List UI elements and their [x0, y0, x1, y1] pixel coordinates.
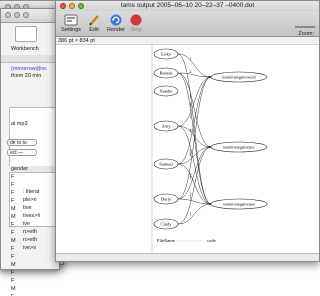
- zoom-slider[interactable]: [295, 26, 315, 28]
- stop-label: Stop: [130, 27, 142, 33]
- pane-label: al mp3: [11, 121, 28, 127]
- secondary-toolbar: [1, 55, 61, 63]
- target-node-label: transitivenegativeneat: [223, 202, 255, 206]
- edge-label: 1: [190, 212, 192, 217]
- edge-label: 1: [190, 57, 192, 62]
- edge-label: 3: [190, 128, 192, 133]
- select-popup[interactable]: ect —: [7, 149, 37, 156]
- render-label: Render: [106, 27, 126, 33]
- grid-cell[interactable]: M: [9, 214, 16, 222]
- grid-cell[interactable]: F: [9, 246, 16, 254]
- document-dimensions: 386 pt × 834 pt: [56, 37, 319, 45]
- grid-cell[interactable]: F: [9, 270, 16, 278]
- graph-edge: [177, 72, 212, 149]
- tree-item[interactable]: : literat: [23, 189, 40, 197]
- workbench-button[interactable]: [15, 26, 37, 42]
- tree-item[interactable]: ive: [23, 221, 40, 229]
- edge-label: 1: [190, 195, 192, 200]
- person-node-label: Darla: [161, 197, 171, 202]
- graph-edge: [177, 75, 212, 165]
- grid-cell[interactable]: M: [9, 262, 16, 270]
- grid-cell[interactable]: F: [9, 278, 16, 286]
- edge-label: 1: [190, 148, 192, 153]
- edge-label: 2: [190, 173, 192, 178]
- grid-cell[interactable]: F: [9, 174, 16, 182]
- workbench-label: Workbench: [11, 46, 39, 52]
- tree-item[interactable]: ple>n: [23, 197, 40, 205]
- edit-label: Edit: [89, 27, 99, 33]
- minimize-icon[interactable]: [69, 3, 75, 9]
- title-bar: [1, 9, 59, 23]
- graph-edge: [177, 75, 212, 127]
- minimize-icon[interactable]: [14, 12, 20, 18]
- horizontal-scrollbar[interactable]: [56, 253, 319, 261]
- refresh-icon: [110, 14, 122, 26]
- person-node-label: Samuel: [159, 162, 173, 167]
- background-window-2: Workbench (mmorrow@sc them 20 min al mp3…: [0, 8, 61, 296]
- stop-icon: [130, 14, 142, 26]
- zoom-icon[interactable]: [23, 12, 29, 18]
- grid-cell[interactable]: F: [9, 198, 16, 206]
- time-text: them 20 min: [11, 73, 42, 79]
- edge-label: 2: [190, 69, 192, 74]
- grid-cell[interactable]: F: [9, 222, 16, 230]
- graph-edge: [177, 145, 212, 225]
- graph-nodes: Erika Brenda Xander Amy Samuel Darla Cindy tran…: [153, 48, 268, 230]
- zoom-icon[interactable]: [78, 3, 84, 9]
- toolbar: Settings Edit Render Stop Zoom:: [56, 11, 319, 37]
- tree-item[interactable]: ive>s: [23, 245, 40, 253]
- render-button[interactable]: Render: [106, 14, 126, 33]
- graph-edge: [177, 53, 212, 79]
- window-title-bar: tams output 2005–06–10 20–22–37 –0400.do…: [56, 1, 319, 11]
- grid-header-gender[interactable]: gender: [9, 166, 61, 173]
- email-link[interactable]: (mmorrow@sc: [11, 66, 47, 72]
- target-node-label: transitivenegativenice: [223, 145, 255, 149]
- dot-graph[interactable]: 1211213112112112 ErikaBrendaXanderAmySam…: [56, 45, 320, 255]
- graph-canvas[interactable]: 1211213112112112 Erika Brenda Xander Amy Sam…: [56, 45, 319, 255]
- tree-item[interactable]: n>eth: [23, 237, 40, 245]
- grid-cell[interactable]: F: [9, 182, 16, 190]
- person-node-label: Erika: [161, 52, 171, 57]
- gender-column: FFFFMMFFMFFMFFMF: [9, 174, 16, 296]
- pencil-icon: [89, 15, 99, 26]
- person-node-label: Brenda: [160, 71, 173, 76]
- settings-icon: [64, 14, 78, 26]
- edge-label: 2: [190, 113, 192, 118]
- tree-list: : literat ple>n tive tives>li ive n>eth n>eth i…: [23, 189, 40, 253]
- graph-edge: [177, 163, 212, 206]
- window-title: tams output 2005–06–10 20–22–37 –0400.do…: [120, 2, 255, 9]
- grid-cell[interactable]: M: [9, 286, 16, 294]
- graph-edges: 1211213112112112: [177, 53, 212, 225]
- target-node-label: transitivenegativeweird: [222, 75, 256, 79]
- close-icon[interactable]: [5, 12, 11, 18]
- grid-cell[interactable]: F: [9, 254, 16, 262]
- person-node-label: Cindy: [160, 222, 172, 227]
- grid-cell[interactable]: M: [9, 238, 16, 246]
- settings-label: Settings: [61, 27, 81, 33]
- edge-label: 1: [190, 153, 192, 158]
- stop-button[interactable]: Stop: [128, 14, 144, 33]
- grid-cell[interactable]: F: [9, 230, 16, 238]
- graph-footer-right: .code: [206, 238, 216, 243]
- dot-output-window: tams output 2005–06–10 20–22–37 –0400.do…: [55, 0, 320, 262]
- settings-button[interactable]: Settings: [60, 14, 82, 33]
- graph-footer-left: FileName: [157, 238, 175, 243]
- person-node-label: Amy: [162, 124, 172, 129]
- tree-item[interactable]: tive: [23, 205, 40, 213]
- grid-cell[interactable]: M: [9, 206, 16, 214]
- tree-item[interactable]: n>eth: [23, 229, 40, 237]
- close-icon[interactable]: [60, 3, 66, 9]
- mode-button[interactable]: de to tu: [7, 139, 37, 146]
- edit-button[interactable]: Edit: [86, 14, 102, 33]
- grid-cell[interactable]: F: [9, 190, 16, 198]
- person-node-label: Xander: [159, 89, 173, 94]
- graph-edge: [177, 145, 212, 200]
- tree-item[interactable]: tives>li: [23, 213, 40, 221]
